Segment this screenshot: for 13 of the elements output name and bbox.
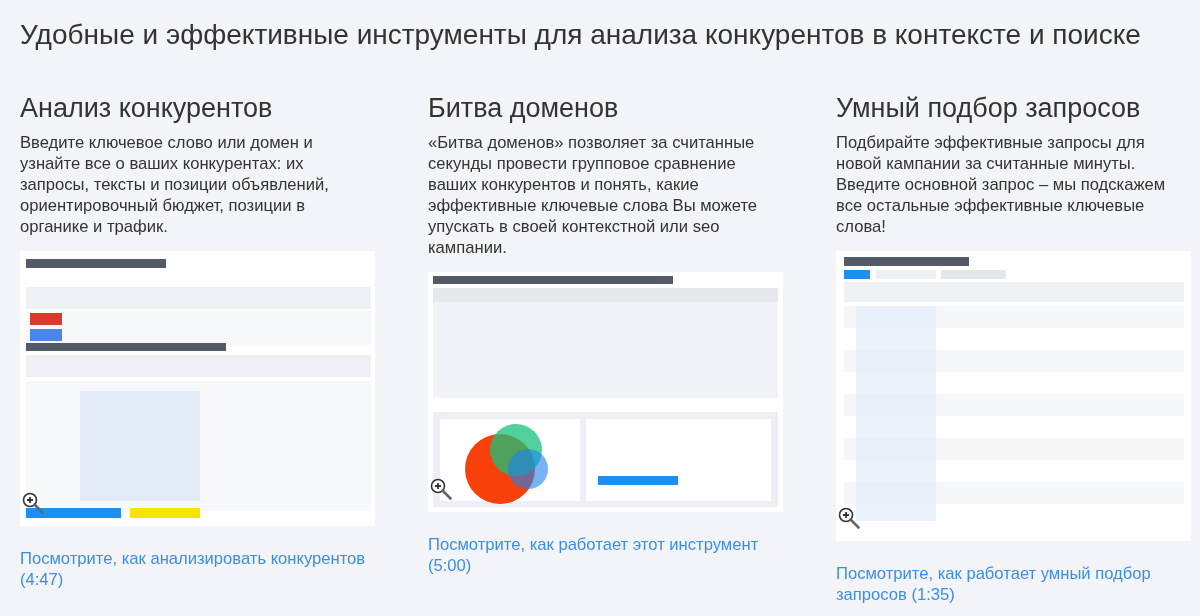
section-description: Подбирайте эффективные запросы для новой кампании за считанные минуты. Введите основной запрос – мы подскажем все остальные эффективные ключевые слова!	[836, 132, 1167, 237]
video-link[interactable]: Посмотрите, как работает умный подбор запросов (1:35)	[836, 563, 1191, 605]
video-link[interactable]: Посмотрите, как работает этот инструмент (5:00)	[428, 534, 783, 576]
zoom-icon[interactable]	[430, 478, 452, 500]
section-heading: Умный подбор запросов	[836, 91, 1142, 124]
page-title: Удобные и эффективные инструменты для анализа конкурентов в контексте и поиске	[19, 18, 1142, 52]
zoom-icon[interactable]	[22, 492, 44, 514]
section-description: Введите ключевое слово или домен и узнайте все о ваших конкурентах: их запросы, тексты и позиции объявлений, ориентировочный бюджет, позиции в органике и трафик.	[20, 132, 330, 237]
section-heading: Битва доменов	[428, 91, 620, 124]
video-link[interactable]: Посмотрите, как анализировать конкурентов (4:47)	[20, 548, 375, 590]
section-heading: Анализ конкурентов	[20, 91, 274, 124]
section-description: «Битва доменов» позволяет за считанные секунды провести групповое сравнение ваших конкурентов и понять, какие эффективные ключевые слова Вы можете упускать в своей контекстной или seo кампании.	[428, 132, 759, 258]
zoom-icon[interactable]	[838, 507, 860, 529]
